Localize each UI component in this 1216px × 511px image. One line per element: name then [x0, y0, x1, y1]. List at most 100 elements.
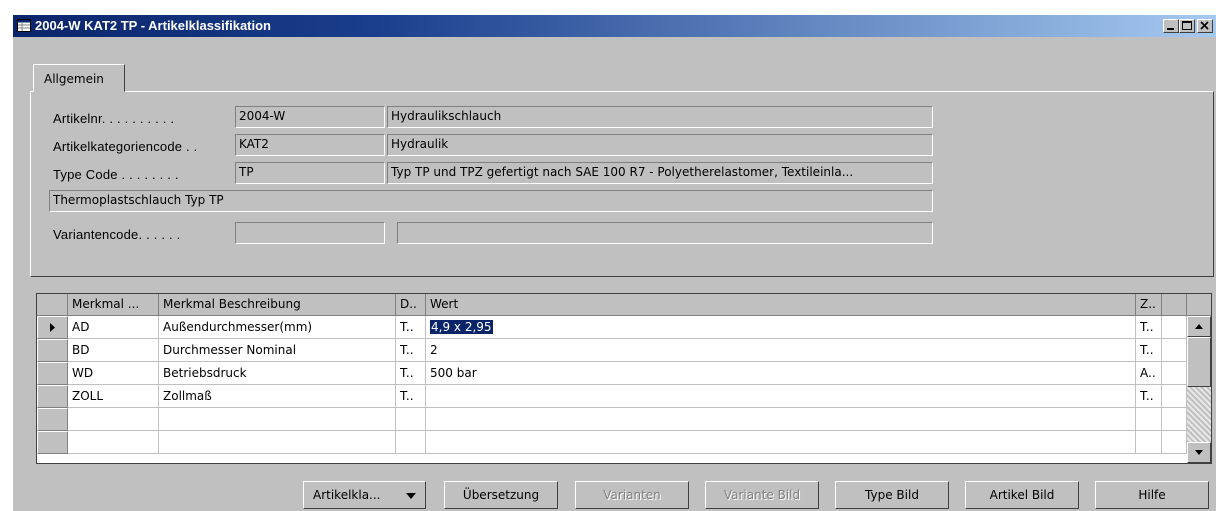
scroll-up-arrow-icon	[1195, 324, 1203, 329]
table-cell-empty[interactable]	[68, 408, 159, 431]
close-icon	[1200, 21, 1209, 30]
table-cell-z[interactable]: A..	[1136, 362, 1162, 385]
merkmal-grid[interactable]: Merkmal ... Merkmal Beschreibung D.. Wer…	[36, 293, 1212, 464]
col-header-extra	[1162, 294, 1187, 316]
selected-value-text[interactable]: 4,9 x 2,95	[430, 320, 493, 334]
scroll-down-button[interactable]	[1187, 442, 1211, 463]
scroll-track[interactable]	[1187, 387, 1211, 442]
col-header-beschreibung[interactable]: Merkmal Beschreibung	[159, 294, 396, 316]
table-cell-empty[interactable]	[426, 408, 1136, 431]
typecode-description: Typ TP und TPZ gefertigt nach SAE 100 R7…	[387, 162, 933, 184]
col-header-merkmal[interactable]: Merkmal ...	[68, 294, 159, 316]
minimize-button[interactable]	[1163, 19, 1179, 33]
table-cell-extra[interactable]	[1162, 362, 1187, 385]
uebersetzung-button[interactable]: Übersetzung	[444, 481, 558, 509]
artikel-bild-button[interactable]: Artikel Bild	[965, 481, 1079, 509]
table-cell-beschreibung[interactable]: Durchmesser Nominal	[159, 339, 396, 362]
minimize-icon	[1167, 28, 1174, 30]
table-cell-z[interactable]: T..	[1136, 385, 1162, 408]
table-cell-wert[interactable]: 2	[426, 339, 1136, 362]
current-row-arrow-icon	[50, 323, 55, 332]
table-cell-empty[interactable]	[159, 408, 396, 431]
col-header-scroll	[1187, 294, 1211, 316]
main-window: 2004-W KAT2 TP - Artikelklassifikation A…	[12, 14, 1216, 511]
table-cell-empty[interactable]	[396, 408, 426, 431]
artikelklassifikation-menu-button[interactable]: Artikelkla...	[303, 481, 426, 509]
uebersetzung-label: Übersetzung	[462, 488, 540, 502]
grid-corner	[37, 294, 68, 316]
maximize-button[interactable]	[1179, 19, 1195, 33]
table-cell-empty[interactable]	[1162, 408, 1187, 431]
artikelnr-field[interactable]: 2004-W	[235, 106, 385, 128]
typecode-label: Type Code . . . . . . . .	[53, 167, 179, 182]
hilfe-button[interactable]: Hilfe	[1095, 481, 1209, 509]
table-cell-code[interactable]: AD	[68, 316, 159, 339]
table-cell-empty[interactable]	[426, 431, 1136, 454]
title-bar[interactable]: 2004-W KAT2 TP - Artikelklassifikation	[13, 15, 1216, 37]
varianten-label: Varianten	[603, 488, 661, 502]
scroll-up-button[interactable]	[1187, 316, 1211, 337]
table-cell-d[interactable]: T..	[396, 339, 426, 362]
table-cell-z[interactable]: T..	[1136, 316, 1162, 339]
table-cell-extra[interactable]	[1162, 316, 1187, 339]
table-cell-extra[interactable]	[1162, 339, 1187, 362]
close-button[interactable]	[1197, 19, 1213, 33]
table-cell-wert[interactable]	[426, 385, 1136, 408]
artikel-bild-label: Artikel Bild	[989, 488, 1055, 502]
variantencode-field[interactable]	[235, 222, 385, 244]
type-bild-label: Type Bild	[865, 488, 919, 502]
table-cell-code[interactable]: BD	[68, 339, 159, 362]
table-cell-empty[interactable]	[68, 431, 159, 454]
variantencode-description	[397, 222, 933, 244]
form-icon	[17, 19, 31, 32]
table-cell-empty[interactable]	[1162, 431, 1187, 454]
table-cell-z[interactable]: T..	[1136, 339, 1162, 362]
col-header-wert[interactable]: Wert	[426, 294, 1136, 316]
table-cell-wert[interactable]: 500 bar	[426, 362, 1136, 385]
table-cell-empty[interactable]	[1136, 408, 1162, 431]
table-cell-d[interactable]: T..	[396, 316, 426, 339]
scroll-down-arrow-icon	[1195, 450, 1203, 455]
kategorie-label: Artikelkategoriencode . .	[53, 139, 198, 154]
tab-allgemein-label: Allgemein	[44, 72, 104, 86]
variante-bild-label: Variante Bild	[723, 488, 801, 502]
artikelnr-description: Hydraulikschlauch	[387, 106, 933, 128]
row-selector[interactable]	[37, 339, 68, 362]
hilfe-label: Hilfe	[1138, 488, 1166, 502]
row-selector-current[interactable]	[37, 316, 68, 339]
variante-bild-button[interactable]: Variante Bild	[705, 481, 819, 509]
table-cell-code[interactable]: ZOLL	[68, 385, 159, 408]
kategorie-description: Hydraulik	[387, 134, 933, 156]
table-cell-empty[interactable]	[159, 431, 396, 454]
vertical-scrollbar[interactable]	[1187, 316, 1211, 463]
table-cell-d[interactable]: T..	[396, 385, 426, 408]
type-bild-button[interactable]: Type Bild	[835, 481, 949, 509]
thermoplast-description[interactable]: Thermoplastschlauch Typ TP	[49, 190, 933, 212]
table-cell-empty[interactable]	[396, 431, 426, 454]
row-selector[interactable]	[37, 362, 68, 385]
table-cell-beschreibung[interactable]: Betriebsdruck	[159, 362, 396, 385]
dropdown-arrow-icon	[406, 493, 416, 499]
variantencode-label: Variantencode. . . . . .	[53, 227, 181, 242]
col-header-d[interactable]: D..	[396, 294, 426, 316]
artikelklassifikation-label: Artikelkla...	[313, 488, 381, 502]
scroll-thumb[interactable]	[1187, 337, 1211, 387]
row-selector[interactable]	[37, 385, 68, 408]
typecode-field[interactable]: TP	[235, 162, 385, 184]
table-cell-wert-active[interactable]: 4,9 x 2,95	[426, 316, 1136, 339]
maximize-icon	[1182, 21, 1192, 30]
kategorie-field[interactable]: KAT2	[235, 134, 385, 156]
table-cell-extra[interactable]	[1162, 385, 1187, 408]
row-selector[interactable]	[37, 431, 68, 454]
table-cell-beschreibung[interactable]: Außendurchmesser(mm)	[159, 316, 396, 339]
varianten-button[interactable]: Varianten	[575, 481, 689, 509]
table-cell-code[interactable]: WD	[68, 362, 159, 385]
window-title: 2004-W KAT2 TP - Artikelklassifikation	[35, 18, 271, 33]
table-cell-beschreibung[interactable]: Zollmaß	[159, 385, 396, 408]
tab-allgemein[interactable]: Allgemein	[33, 64, 125, 92]
row-selector[interactable]	[37, 408, 68, 431]
artikelnr-label: Artikelnr. . . . . . . . . .	[53, 111, 175, 126]
table-cell-d[interactable]: T..	[396, 362, 426, 385]
table-cell-empty[interactable]	[1136, 431, 1162, 454]
col-header-z[interactable]: Z..	[1136, 294, 1162, 316]
